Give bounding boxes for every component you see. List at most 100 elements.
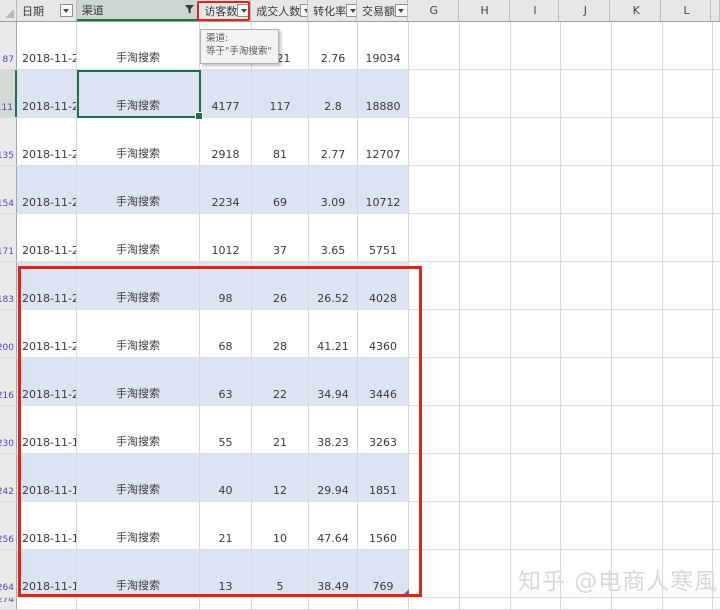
column-header-l[interactable]: L (661, 0, 711, 21)
cell-empty-i[interactable] (511, 406, 561, 453)
cell-fill[interactable] (713, 118, 720, 165)
cell-empty-h[interactable] (460, 406, 511, 453)
cell-empty-h[interactable] (460, 166, 511, 213)
cell-visitors[interactable]: 1012 (200, 214, 252, 261)
cell-fill[interactable] (713, 166, 720, 213)
cell-empty-h[interactable] (460, 118, 511, 165)
table-header-rate[interactable]: 转化率 (308, 0, 357, 21)
cell-empty-i[interactable] (511, 70, 561, 117)
cell-empty-h[interactable] (460, 358, 511, 405)
row-number[interactable]: 171 (0, 214, 17, 261)
cell-date[interactable]: 2018-11-27 (17, 22, 77, 69)
cell-empty-h[interactable] (460, 70, 511, 117)
table-header-channel[interactable]: 渠道 (77, 0, 200, 21)
cell-fill[interactable] (713, 598, 720, 609)
cell-empty-l[interactable] (663, 310, 713, 357)
cell-empty-k[interactable] (612, 214, 663, 261)
cell-amount[interactable]: 18880 (358, 70, 409, 117)
cell-empty-l[interactable] (663, 262, 713, 309)
cell-amount[interactable] (358, 598, 409, 609)
cell-fill[interactable] (713, 502, 720, 549)
cell-empty-l[interactable] (663, 118, 713, 165)
cell-empty-g[interactable] (409, 70, 460, 117)
cell-amount[interactable]: 10712 (358, 166, 409, 213)
column-header-k[interactable]: K (610, 0, 661, 21)
cell-empty-l[interactable] (663, 214, 713, 261)
cell-empty-i[interactable] (511, 502, 561, 549)
cell-empty-g[interactable] (409, 214, 460, 261)
row-number[interactable]: 154 (0, 166, 17, 213)
cell-rate[interactable]: 2.76 (309, 22, 358, 69)
cell-amount[interactable]: 19034 (358, 22, 409, 69)
cell-visitors[interactable]: 2918 (200, 118, 252, 165)
cell-empty-h[interactable] (460, 598, 511, 609)
row-number[interactable]: 87 (0, 22, 17, 69)
cell-empty-k[interactable] (612, 118, 663, 165)
cell-empty-i[interactable] (511, 262, 561, 309)
cell-rate[interactable]: 2.77 (309, 118, 358, 165)
filter-applied-funnel-icon[interactable] (184, 4, 195, 15)
cell-visitors[interactable]: 2234 (200, 166, 252, 213)
cell-buyers[interactable]: 117 (252, 70, 309, 117)
row-number[interactable]: 264 (0, 550, 17, 597)
cell-empty-j[interactable] (561, 358, 612, 405)
filter-dropdown-rate[interactable] (346, 4, 357, 17)
column-header-i[interactable]: I (510, 0, 560, 21)
cell-empty-g[interactable] (409, 166, 460, 213)
cell-empty-i[interactable] (511, 22, 561, 69)
cell-empty-k[interactable] (612, 166, 663, 213)
cell-buyers[interactable]: 81 (252, 118, 309, 165)
cell-rate[interactable]: 2.8 (309, 70, 358, 117)
cell-empty-h[interactable] (460, 262, 511, 309)
cell-empty-k[interactable] (612, 70, 663, 117)
cell-fill[interactable] (713, 310, 720, 357)
cell-date[interactable]: 2018-11-26 (17, 70, 77, 117)
cell-channel[interactable] (77, 598, 200, 609)
cell-empty-l[interactable] (663, 70, 713, 117)
cell-empty-l[interactable] (663, 22, 713, 69)
cell-empty-g[interactable] (409, 598, 460, 609)
cell-empty-j[interactable] (561, 406, 612, 453)
cell-empty-i[interactable] (511, 598, 561, 609)
cell-amount[interactable]: 5751 (358, 214, 409, 261)
cell-empty-j[interactable] (561, 262, 612, 309)
cell-empty-j[interactable] (561, 70, 612, 117)
table-header-date[interactable]: 日期 (17, 0, 77, 21)
cell-empty-l[interactable] (663, 598, 713, 609)
cell-empty-j[interactable] (561, 118, 612, 165)
cell-buyers[interactable] (252, 598, 309, 609)
cell-date[interactable]: 2018-11-23 (17, 214, 77, 261)
cell-empty-g[interactable] (409, 22, 460, 69)
row-number[interactable]: 183 (0, 262, 17, 309)
cell-fill[interactable] (713, 214, 720, 261)
cell-empty-j[interactable] (561, 502, 612, 549)
cell-empty-j[interactable] (561, 598, 612, 609)
cell-channel[interactable]: 手淘搜索 (77, 22, 200, 69)
row-number[interactable]: 135 (0, 118, 17, 165)
filter-dropdown-buyers[interactable] (300, 4, 308, 17)
column-header-j[interactable]: J (559, 0, 610, 21)
cell-amount[interactable]: 12707 (358, 118, 409, 165)
cell-empty-g[interactable] (409, 118, 460, 165)
table-header-buyers[interactable]: 成交人数 (251, 0, 308, 21)
cell-empty-h[interactable] (460, 550, 511, 597)
cell-empty-j[interactable] (561, 166, 612, 213)
row-number[interactable]: 256 (0, 502, 17, 549)
cell-empty-h[interactable] (460, 502, 511, 549)
cell-empty-i[interactable] (511, 214, 561, 261)
cell-empty-i[interactable] (511, 310, 561, 357)
filter-dropdown-date[interactable] (60, 4, 73, 17)
cell-fill[interactable] (713, 406, 720, 453)
cell-empty-k[interactable] (612, 262, 663, 309)
cell-fill[interactable] (713, 70, 720, 117)
cell-visitors[interactable] (200, 598, 252, 609)
cell-buyers[interactable]: 69 (252, 166, 309, 213)
cell-empty-l[interactable] (663, 406, 713, 453)
cell-empty-h[interactable] (460, 310, 511, 357)
select-all-corner[interactable] (0, 0, 17, 21)
cell-empty-k[interactable] (612, 310, 663, 357)
cell-fill[interactable] (713, 262, 720, 309)
fill-handle[interactable] (195, 112, 203, 120)
cell-empty-i[interactable] (511, 166, 561, 213)
column-header-h[interactable]: H (459, 0, 510, 21)
